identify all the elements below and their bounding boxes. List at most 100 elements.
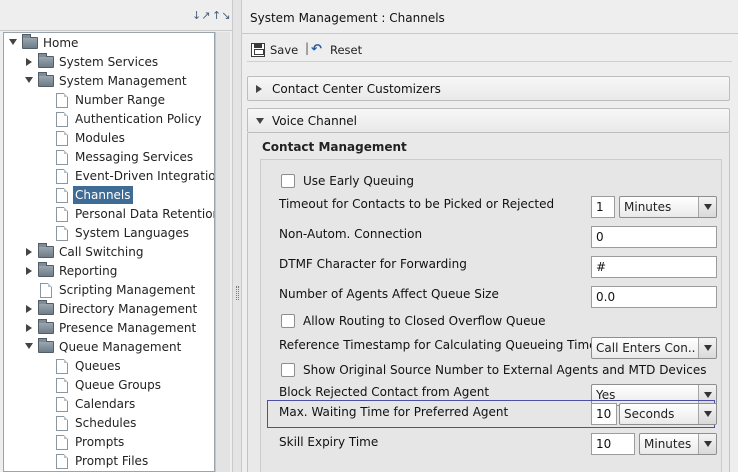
tree-item[interactable]: Number Range <box>4 91 214 110</box>
tree-item-label: Reporting <box>59 264 118 278</box>
tree-folder-item[interactable]: Call Switching <box>4 243 214 262</box>
section-voice-channel[interactable]: Voice Channel <box>247 108 730 133</box>
tree-item[interactable]: Channels <box>4 186 214 205</box>
document-icon <box>56 454 68 469</box>
action-separator: | <box>305 41 310 55</box>
chevron-right-icon[interactable] <box>26 58 32 66</box>
allow-routing-checkbox[interactable] <box>281 314 295 328</box>
content-scroll-area: Contact Center Customizers Voice Channel… <box>247 64 738 472</box>
chevron-down-icon[interactable] <box>9 39 17 45</box>
document-icon <box>56 207 68 222</box>
chevron-down-icon[interactable] <box>698 434 716 454</box>
chevron-down-icon[interactable] <box>25 77 33 83</box>
tree-item[interactable]: Schedules <box>4 414 214 433</box>
content-header: System Management : Channels <box>242 0 738 34</box>
tree-scrollbar[interactable] <box>215 32 230 472</box>
skill-expiry-input[interactable]: 10 <box>591 433 635 455</box>
splitter-grip-icon[interactable] <box>236 286 239 300</box>
skill-expiry-unit-select[interactable]: Minutes <box>639 433 717 455</box>
tree-item-label: System Services <box>59 55 159 69</box>
navigation-tree: Home System Services System Management Numb… <box>3 32 215 472</box>
tree-folder-item[interactable]: Presence Management <box>4 319 214 338</box>
chevron-right-icon[interactable] <box>26 267 32 275</box>
tree-folder-item[interactable]: Home <box>4 34 214 53</box>
tree-item[interactable]: Queues <box>4 357 214 376</box>
timeout-label: Timeout for Contacts to be Picked or Rej… <box>279 197 555 211</box>
tree-item-label: Modules <box>75 131 125 145</box>
save-label: Save <box>270 43 299 57</box>
chevron-right-icon[interactable] <box>26 324 32 332</box>
agents-affect-queue-label: Number of Agents Affect Queue Size <box>279 287 499 301</box>
tree-item[interactable]: System Languages <box>4 224 214 243</box>
folder-icon <box>22 34 38 49</box>
tree-folder-item[interactable]: System Services <box>4 53 214 72</box>
show-original-source-label: Show Original Source Number to External … <box>303 363 707 377</box>
folder-icon <box>38 243 54 258</box>
chevron-down-icon[interactable] <box>698 404 716 424</box>
tree-item[interactable]: Messaging Services <box>4 148 214 167</box>
chevron-down-icon[interactable] <box>698 338 716 358</box>
document-icon <box>56 359 68 374</box>
tree-item[interactable]: Authentication Policy <box>4 110 214 129</box>
document-icon <box>56 169 68 184</box>
dtmf-input[interactable]: # <box>591 256 717 278</box>
section-contact-center-customizers[interactable]: Contact Center Customizers <box>247 76 730 101</box>
non-autom-connection-label: Non-Autom. Connection <box>279 227 423 241</box>
tree-folder-item[interactable]: Reporting <box>4 262 214 281</box>
undo-icon: ↶ <box>311 42 322 57</box>
allow-routing-label: Allow Routing to Closed Overflow Queue <box>303 314 546 328</box>
timeout-unit-value: Minutes <box>624 200 672 214</box>
reference-timestamp-value: Call Enters Con... <box>596 341 696 355</box>
tree-item[interactable]: Queue Groups <box>4 376 214 395</box>
chevron-down-icon[interactable] <box>698 197 716 217</box>
dtmf-label: DTMF Character for Forwarding <box>279 257 467 271</box>
timeout-input[interactable]: 1 <box>591 196 615 218</box>
folder-icon <box>38 53 54 68</box>
chevron-down-icon[interactable] <box>25 343 33 349</box>
timeout-unit-select[interactable]: Minutes <box>619 196 717 218</box>
tree-item-label: Call Switching <box>59 245 144 259</box>
document-icon <box>56 416 68 431</box>
tree-folder-item[interactable]: Queue Management <box>4 338 214 357</box>
tree-item-label: System Languages <box>75 226 190 240</box>
chevron-right-icon <box>256 85 262 93</box>
reference-timestamp-select[interactable]: Call Enters Con... <box>591 337 717 359</box>
chevron-right-icon[interactable] <box>26 305 32 313</box>
tree-item[interactable]: Prompts <box>4 433 214 452</box>
tree-item-label: Calendars <box>75 397 136 411</box>
use-early-queuing-label: Use Early Queuing <box>303 174 414 188</box>
reset-button[interactable]: ↶ Reset <box>311 42 371 58</box>
tree-folder-item[interactable]: System Management <box>4 72 214 91</box>
expand-all-icon[interactable]: ↓↗ <box>192 9 210 23</box>
document-icon <box>56 112 68 127</box>
max-waiting-time-unit-select[interactable]: Seconds <box>619 403 717 425</box>
document-icon <box>56 397 68 412</box>
document-icon <box>40 283 52 298</box>
max-waiting-time-input[interactable]: 10 <box>591 403 617 425</box>
tree-folder-item[interactable]: Directory Management <box>4 300 214 319</box>
non-autom-connection-input[interactable]: 0 <box>591 226 717 248</box>
section-title: Voice Channel <box>272 114 358 128</box>
skill-expiry-label: Skill Expiry Time <box>279 435 379 449</box>
show-original-source-checkbox[interactable] <box>281 363 295 377</box>
save-button[interactable]: Save <box>251 42 301 58</box>
tree-item[interactable]: Event-Driven Integrations <box>4 167 214 186</box>
panel-splitter[interactable] <box>232 0 242 472</box>
use-early-queuing-checkbox[interactable] <box>281 174 295 188</box>
tree-item-label: Prompt Files <box>75 454 149 468</box>
voice-channel-body: Contact Management Use Early Queuing Tim… <box>247 133 730 472</box>
agents-affect-queue-input[interactable]: 0.0 <box>591 286 717 308</box>
folder-icon <box>38 300 54 315</box>
tree-toolbar: ↓↗ ↑↘ <box>0 0 232 31</box>
collapse-all-icon[interactable]: ↑↘ <box>212 9 230 23</box>
tree-item-label: Home <box>43 36 79 50</box>
tree-item[interactable]: Modules <box>4 129 214 148</box>
reference-timestamp-label: Reference Timestamp for Calculating Queu… <box>279 338 597 352</box>
chevron-down-icon <box>256 118 264 124</box>
document-icon <box>56 131 68 146</box>
tree-item[interactable]: Personal Data Retention T <box>4 205 214 224</box>
chevron-right-icon[interactable] <box>26 248 32 256</box>
tree-item[interactable]: Prompt Files <box>4 452 214 471</box>
tree-item[interactable]: Calendars <box>4 395 214 414</box>
tree-item[interactable]: Scripting Management <box>4 281 214 300</box>
